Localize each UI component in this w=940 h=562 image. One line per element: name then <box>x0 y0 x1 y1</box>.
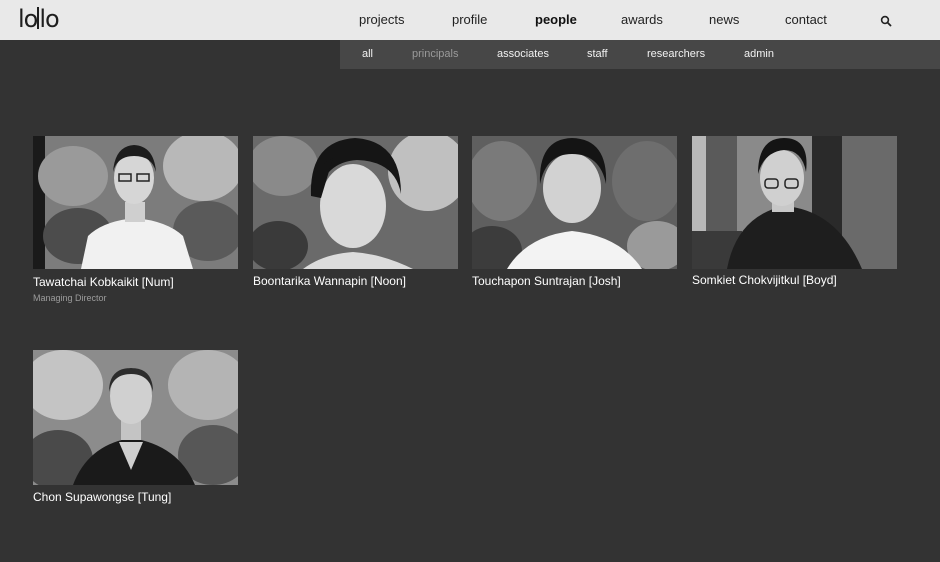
sub-nav: all principals associates staff research… <box>340 40 940 69</box>
person-name[interactable]: Boontarika Wannapin [Noon] <box>253 274 406 288</box>
nav-item-projects[interactable]: projects <box>359 12 405 27</box>
person-name[interactable]: Tawatchai Kobkaikit [Num] <box>33 275 174 289</box>
subnav-item-associates[interactable]: associates <box>497 48 549 60</box>
person-photo[interactable] <box>472 136 677 269</box>
subnav-item-principals[interactable]: principals <box>412 48 458 60</box>
header-bar: lolo projects profile people awards news… <box>0 0 940 40</box>
logo-text-left: lo <box>18 5 38 33</box>
logo-text-right: lo <box>39 5 59 33</box>
person-card[interactable]: Tawatchai Kobkaikit [Num] Managing Direc… <box>33 136 238 306</box>
site-logo[interactable]: lolo <box>18 5 60 33</box>
nav-item-contact[interactable]: contact <box>785 12 827 27</box>
person-name[interactable]: Touchapon Suntrajan [Josh] <box>472 274 621 288</box>
nav-item-awards[interactable]: awards <box>621 12 663 27</box>
nav-item-profile[interactable]: profile <box>452 12 487 27</box>
nav-item-news[interactable]: news <box>709 12 739 27</box>
search-icon[interactable] <box>880 14 892 27</box>
person-photo[interactable] <box>253 136 458 269</box>
person-photo[interactable] <box>33 350 238 485</box>
subnav-item-researchers[interactable]: researchers <box>647 48 705 60</box>
person-role: Managing Director <box>33 293 107 303</box>
person-photo[interactable] <box>33 136 238 269</box>
subnav-item-admin[interactable]: admin <box>744 48 774 60</box>
person-photo[interactable] <box>692 136 897 269</box>
person-name[interactable]: Chon Supawongse [Tung] <box>33 490 171 504</box>
person-card[interactable]: Somkiet Chokvijitkul [Boyd] <box>692 136 897 291</box>
person-card[interactable]: Touchapon Suntrajan [Josh] <box>472 136 677 291</box>
person-card[interactable]: Boontarika Wannapin [Noon] <box>253 136 458 291</box>
person-card[interactable]: Chon Supawongse [Tung] <box>33 350 238 510</box>
person-name[interactable]: Somkiet Chokvijitkul [Boyd] <box>692 273 837 287</box>
nav-item-people[interactable]: people <box>535 12 577 27</box>
subnav-item-all[interactable]: all <box>362 48 373 60</box>
subnav-item-staff[interactable]: staff <box>587 48 608 60</box>
